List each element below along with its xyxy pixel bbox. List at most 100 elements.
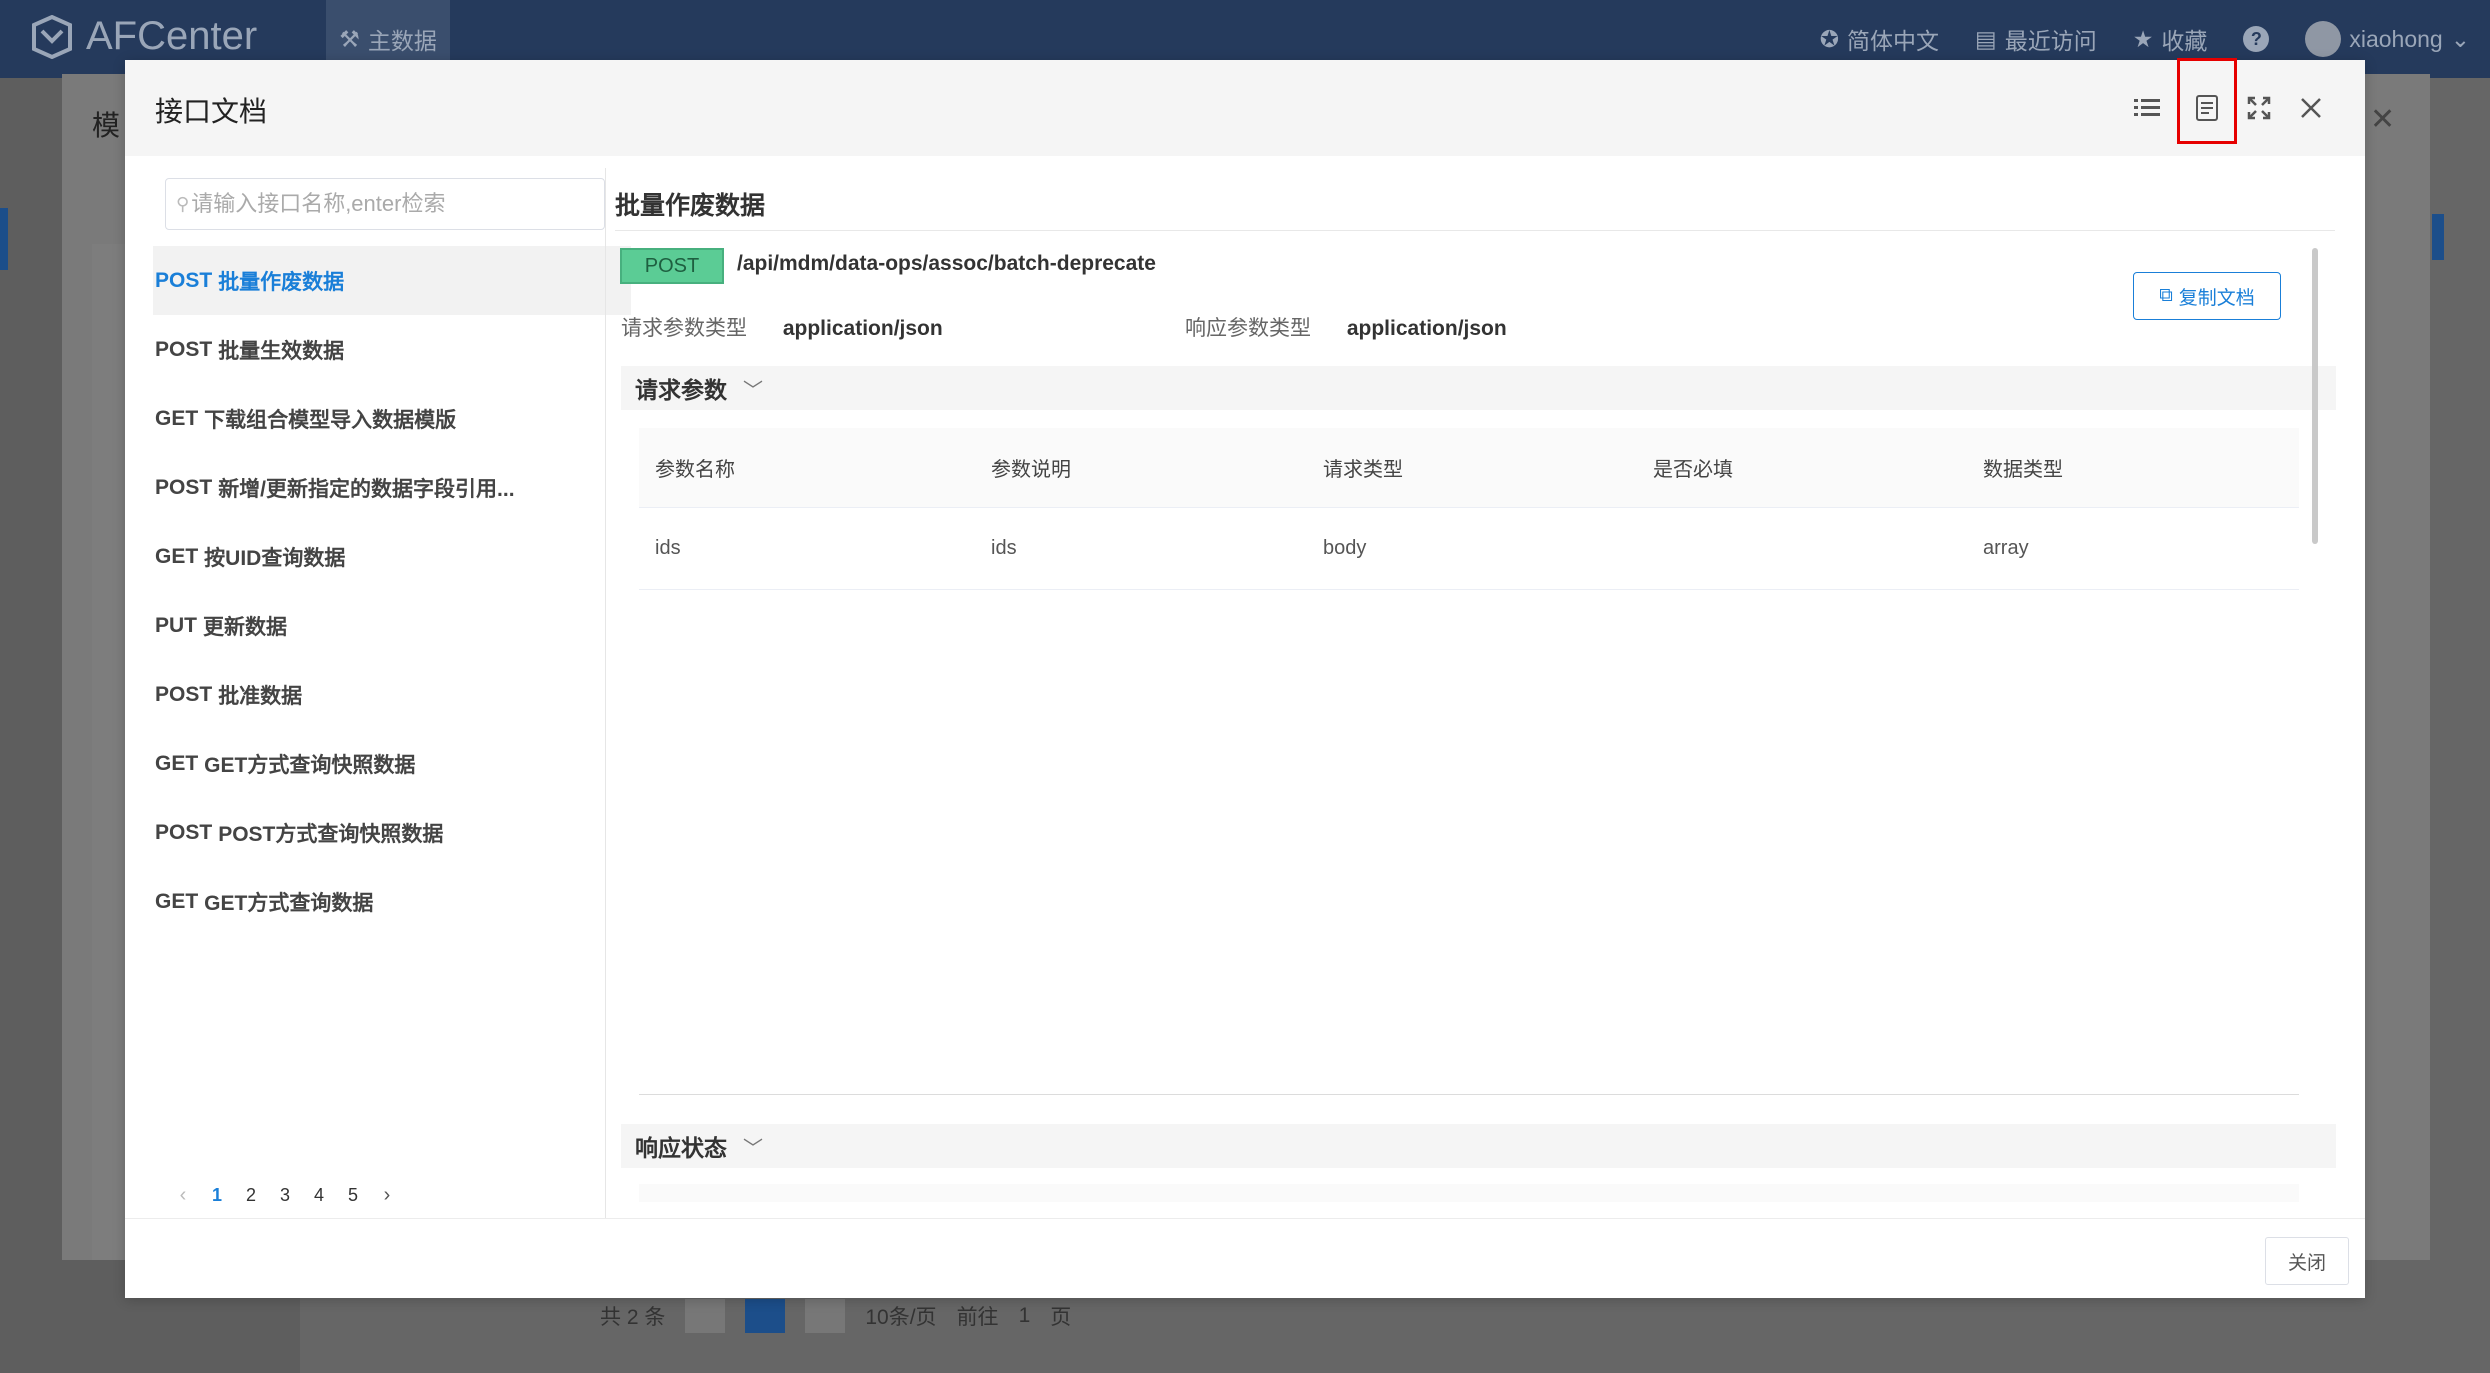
fullscreen-icon[interactable] [2235,84,2283,132]
chevron-left-icon[interactable]: ‹ [173,1184,193,1207]
page-5[interactable]: 5 [343,1185,363,1206]
doc-title: 批量作废数据 [615,192,766,220]
goto-label: 前往 [956,1306,999,1329]
pager-prev-button[interactable] [685,1299,726,1333]
copy-doc-button[interactable]: ⧉ 复制文档 [2133,272,2281,320]
chevron-down-icon: ﹀ [743,379,763,402]
api-item[interactable]: GET 下载组合模型导入数据模版 [153,384,631,453]
api-item[interactable]: GET GET方式查询快照数据 [153,729,631,798]
table-cell: body [1323,537,1367,559]
recent-visits[interactable]: ▤ 最近访问 [1975,22,2097,56]
response-table-header [639,1184,2299,1202]
api-item[interactable]: POST 批量作废数据 [153,246,631,315]
api-method: POST [155,475,213,499]
content-scrollbar[interactable] [2312,248,2318,544]
logo-icon [32,14,72,59]
globe-icon: ✪ [1819,25,1839,52]
response-content-type: 响应参数类型 application/json [1185,312,1507,342]
api-item[interactable]: POST 批量生效数据 [153,315,631,384]
api-item[interactable]: POST POST方式查询快照数据 [153,798,631,867]
page-size-select[interactable]: 10条/页 [865,1301,936,1331]
api-name: GET方式查询数据 [204,891,374,915]
help-icon[interactable]: ? [2243,26,2270,52]
nav-label: 主数据 [367,28,437,54]
api-name: GET方式查询快照数据 [204,753,416,777]
background-modal-close-icon[interactable]: ✕ [2370,102,2395,137]
req-type-label: 请求参数类型 [621,317,747,340]
section-divider [639,1094,2299,1095]
api-list: POST 批量作废数据 POST 批量生效数据 GET 下载组合模型导入数据模版 PO… [153,246,631,936]
request-params-section[interactable]: 请求参数 ﹀ [621,366,2336,410]
request-content-type: 请求参数类型 application/json [621,312,943,342]
api-method: GET [155,889,199,913]
pager-total: 共 2 条 [600,1306,666,1329]
search-icon: ⚲ [176,193,190,214]
page-1[interactable]: 1 [207,1185,227,1206]
page-4[interactable]: 4 [309,1185,329,1206]
table-header: 参数名称 参数说明 请求类型 是否必填 数据类型 [639,428,2299,508]
api-doc-dialog: 接口文档 ⚲ POST批量作废数据 POST批量生效数据 GET下载组合模型导入… [125,58,2365,1298]
api-name: 批准数据 [218,684,303,708]
api-list-pane: ⚲ POST批量作废数据 POST批量生效数据 GET下载组合模型导入数据模版 … [153,172,631,1210]
doc-title-divider [615,230,2335,231]
user-menu[interactable]: xiaohong ⌄ [2305,21,2470,57]
background-modal-title: 模 [92,110,121,141]
chevron-down-icon: ⌄ [2450,25,2470,52]
language-label: 简体中文 [1847,28,1939,54]
api-item[interactable]: PUT 更新数据 [153,591,631,660]
table-cell: ids [655,537,681,559]
api-method: GET [155,751,199,775]
pager-next-button[interactable] [805,1299,846,1333]
copy-doc-label: 复制文档 [2178,287,2255,309]
background-button-fragment [2432,214,2444,260]
api-method: POST [155,268,213,292]
api-search-box[interactable]: ⚲ [165,178,605,230]
response-status-section[interactable]: 响应状态 ﹀ [621,1124,2336,1168]
goto-input[interactable]: 1 [1019,1304,1031,1328]
api-item[interactable]: POST 新增/更新指定的数据字段引用... [153,453,631,522]
resp-type-value: application/json [1346,317,1507,340]
app-logo[interactable]: AFCenter [30,14,257,59]
logo-text: AFCenter [86,14,258,58]
resp-type-label: 响应参数类型 [1185,317,1311,340]
pane-divider [605,168,606,1218]
api-search-input[interactable] [191,191,592,217]
table-cell: array [1983,537,2029,559]
api-name: 按UID查询数据 [204,546,346,570]
request-params-table: 参数名称 参数说明 请求类型 是否必填 数据类型 ids ids body ar… [639,428,2299,590]
api-method: POST [155,682,213,706]
user-name: xiaohong [2349,25,2443,52]
language-switch[interactable]: ✪ 简体中文 [1820,22,1939,56]
api-path: /api/mdm/data-ops/assoc/batch-deprecate [737,252,1156,275]
api-item[interactable]: POST 批准数据 [153,660,631,729]
column-header: 请求类型 [1323,459,1403,481]
api-name: 下载组合模型导入数据模版 [204,408,457,432]
highlight-annotation [2177,58,2237,144]
api-name: 新增/更新指定的数据字段引用... [218,477,515,501]
api-item[interactable]: GET 按UID查询数据 [153,522,631,591]
copy-icon: ⧉ [2159,285,2173,306]
favorites[interactable]: ★ 收藏 [2133,22,2208,56]
chevron-right-icon[interactable]: › [377,1184,397,1207]
api-name: 批量作废数据 [218,270,345,294]
table-cell: ids [991,537,1017,559]
api-method: POST [155,820,213,844]
method-badge: POST [620,248,724,284]
close-icon[interactable] [2287,84,2335,132]
api-method: PUT [155,613,197,637]
tools-icon: ⚒ [339,25,360,52]
column-header: 参数说明 [991,459,1071,481]
column-header: 参数名称 [655,459,735,481]
star-icon: ★ [2132,25,2154,52]
list-view-icon[interactable] [2123,84,2171,132]
pager-current[interactable] [745,1299,786,1333]
column-header: 是否必填 [1653,459,1733,481]
background-pager: 共 2 条 10条/页 前往 1 页 [600,1296,1071,1336]
page-2[interactable]: 2 [241,1185,261,1206]
page-3[interactable]: 3 [275,1185,295,1206]
dialog-footer [125,1218,2365,1298]
close-button[interactable]: 关闭 [2265,1237,2349,1285]
dialog-title: 接口文档 [155,96,268,127]
column-header: 数据类型 [1983,459,2063,481]
api-item[interactable]: GET GET方式查询数据 [153,867,631,936]
